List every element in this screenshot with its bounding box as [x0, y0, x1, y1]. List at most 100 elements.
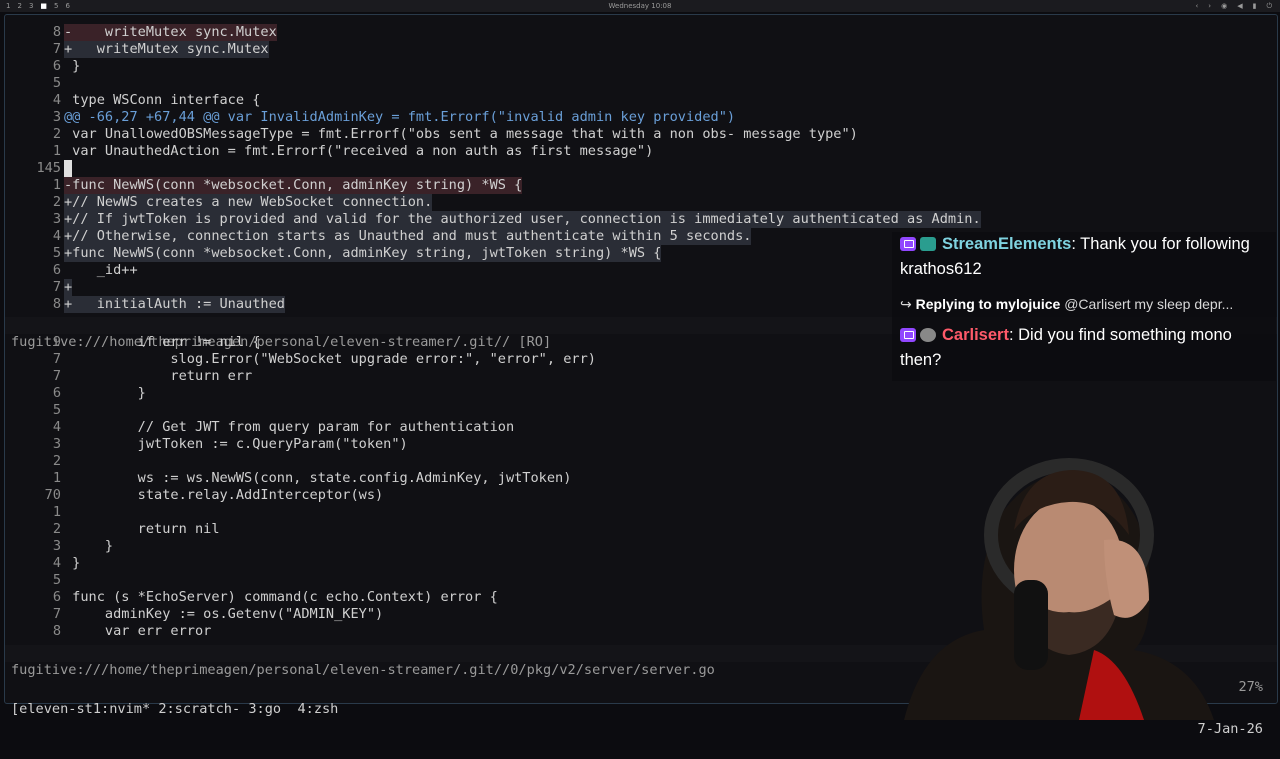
line-number: 4 [52, 228, 61, 244]
avatar-badge-icon [920, 328, 936, 342]
code-text: } [64, 58, 81, 74]
code-text: // Get JWT from query param for authenti… [64, 419, 515, 435]
upper_pane-line[interactable]: 8- writeMutex sync.Mutex [5, 24, 1277, 41]
clock: Wednesday 10:08 [608, 2, 672, 10]
code-text [64, 160, 73, 177]
code-text: + initialAuth := Unauthed [64, 296, 285, 313]
code-text: var UnallowedOBSMessageType = fmt.Errorf… [64, 126, 858, 142]
code-text: - writeMutex sync.Mutex [64, 24, 277, 41]
code-text: _id++ [64, 262, 138, 278]
line-number: 6 [52, 385, 61, 401]
arrow-right-icon[interactable]: › [1208, 2, 1211, 11]
code-text: type WSConn interface { [64, 92, 261, 108]
twitch-badge-icon [900, 328, 916, 342]
upper_pane-line[interactable]: 3 @@ -66,27 +67,44 @@ var InvalidAdminKey… [5, 109, 1277, 126]
system-tray: ‹ › ◉ ◀ ▮ ⏻ [1195, 2, 1272, 11]
upper_pane-line[interactable]: 3 +// If jwtToken is provided and valid f… [5, 211, 1277, 228]
code-text: + writeMutex sync.Mutex [64, 41, 269, 58]
line-number: 3 [52, 109, 61, 125]
code-text: + [64, 279, 73, 296]
power-icon[interactable]: ⏻ [1266, 2, 1272, 11]
code-text: return err [64, 368, 253, 384]
line-number: 6 [52, 58, 61, 74]
line-number: 1 [52, 143, 61, 159]
code-text: slog.Error("WebSocket upgrade error:", "… [64, 351, 596, 367]
line-number: 3 [52, 538, 61, 554]
code-text: -func NewWS(conn *websocket.Conn, adminK… [64, 177, 523, 194]
line-number: 1 [52, 504, 61, 520]
code-text: if err != nil { [64, 334, 261, 350]
twitch-badge-icon [900, 237, 916, 251]
chat-username: Carlisert [942, 326, 1009, 344]
code-text: adminKey := os.Getenv("ADMIN_KEY") [64, 606, 384, 622]
code-text: +// Otherwise, connection starts as Unau… [64, 228, 752, 245]
code-text: state.relay.AddInterceptor(ws) [64, 487, 384, 503]
upper_pane-line[interactable]: 5 [5, 75, 1277, 92]
line-number: 6 [52, 262, 61, 278]
line-number: 1 [52, 470, 61, 486]
upper_pane-line[interactable]: 2 var UnallowedOBSMessageType = fmt.Erro… [5, 126, 1277, 143]
line-number: 5 [52, 402, 61, 418]
reply-icon: ↪ [900, 296, 916, 312]
chat-message-carlisert: Carlisert: Did you find something mono t… [900, 323, 1268, 373]
lower_pane-line[interactable]: 5 [5, 402, 1277, 419]
webcam-overlay [904, 458, 1214, 720]
line-number: 4 [52, 555, 61, 571]
tmux-windows[interactable]: [eleven-st1:nvim* 2:scratch- 3:go 4:zsh [11, 699, 338, 719]
volume-icon[interactable]: ◀ [1237, 2, 1242, 11]
code-text: } [64, 555, 81, 571]
upper_pane-line[interactable]: 6 } [5, 58, 1277, 75]
upper_pane-line[interactable]: 145 [5, 160, 1277, 177]
chat-username: StreamElements [942, 235, 1072, 253]
line-number: 6 [52, 589, 61, 605]
line-number: 5 [52, 75, 61, 91]
code-text: ws := ws.NewWS(conn, state.config.AdminK… [64, 470, 572, 486]
line-number: 7 [52, 279, 61, 295]
line-number: 70 [44, 487, 61, 503]
upper_pane-line[interactable]: 1 -func NewWS(conn *websocket.Conn, admin… [5, 177, 1277, 194]
upper_pane-line[interactable]: 4 type WSConn interface { [5, 92, 1277, 109]
wifi-icon[interactable]: ◉ [1221, 2, 1227, 11]
line-number: 2 [52, 521, 61, 537]
lower_pane-line[interactable]: 4 // Get JWT from query param for authen… [5, 419, 1277, 436]
line-number: 7 [52, 41, 61, 57]
upper_pane-line[interactable]: 1 var UnauthedAction = fmt.Errorf("recei… [5, 143, 1277, 160]
line-number: 4 [52, 419, 61, 435]
lower_pane-line[interactable]: 6 } [5, 385, 1277, 402]
reply-text: @Carlisert my sleep depr... [1060, 296, 1234, 312]
line-number: 7 [52, 368, 61, 384]
line-number: 8 [52, 24, 61, 40]
code-text: return nil [64, 521, 220, 537]
code-text: } [64, 385, 146, 401]
code-text: @@ -66,27 +67,44 @@ var InvalidAdminKey … [64, 109, 736, 125]
line-number: 5 [52, 572, 61, 588]
upper_pane-line[interactable]: 2 +// NewWS creates a new WebSocket conne… [5, 194, 1277, 211]
line-number: 7 [52, 606, 61, 622]
code-text: var UnauthedAction = fmt.Errorf("receive… [64, 143, 654, 159]
stream-chat-overlay: StreamElements: Thank you for following … [892, 232, 1276, 381]
line-number: 1 [52, 177, 61, 193]
arrow-left-icon[interactable]: ‹ [1195, 2, 1198, 11]
line-number: 9 [52, 334, 61, 350]
line-number: 8 [52, 296, 61, 312]
code-text: +func NewWS(conn *websocket.Conn, adminK… [64, 245, 662, 262]
line-number: 3 [52, 211, 61, 227]
line-number: 145 [36, 160, 61, 176]
line-number: 8 [52, 623, 61, 639]
battery-icon[interactable]: ▮ [1253, 2, 1257, 11]
line-number: 2 [52, 126, 61, 142]
line-number: 2 [52, 453, 61, 469]
code-text: func (s *EchoServer) command(c echo.Cont… [64, 589, 498, 605]
code-text: +// If jwtToken is provided and valid fo… [64, 211, 981, 228]
line-number: 2 [52, 194, 61, 210]
code-text: +// NewWS creates a new WebSocket connec… [64, 194, 433, 211]
code-text: jwtToken := c.QueryParam("token") [64, 436, 408, 452]
upper_pane-line[interactable]: 7 + writeMutex sync.Mutex [5, 41, 1277, 58]
line-number: 7 [52, 351, 61, 367]
microphone-icon [1014, 580, 1048, 670]
reply-label: Replying to mylojuice [915, 296, 1061, 312]
line-number: 4 [52, 92, 61, 108]
code-text: var err error [64, 623, 212, 639]
code-text: } [64, 538, 114, 554]
top-bar: 1 2 3 ■ 5 6 Wednesday 10:08 ‹ › ◉ ◀ ▮ ⏻ [0, 0, 1280, 12]
